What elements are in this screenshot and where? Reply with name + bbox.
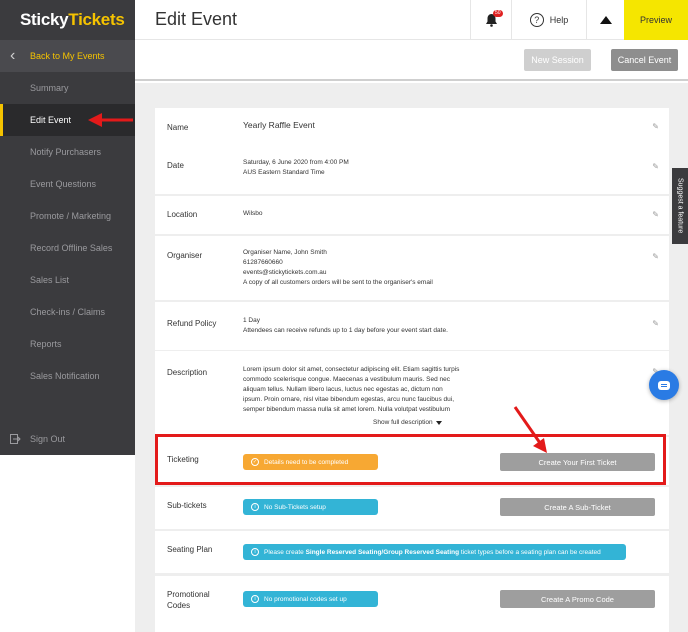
question-circle-icon: ? <box>529 13 544 27</box>
date-row: Date Saturday, 6 June 2020 from 4:00 PM … <box>155 146 669 194</box>
page-title: Edit Event <box>155 9 238 29</box>
back-to-my-events-link[interactable]: ‹ Back to My Events <box>0 40 135 72</box>
sidebar-item-record-offline-sales[interactable]: Record Offline Sales <box>0 232 135 264</box>
suggest-feature-tab[interactable]: Suggest a feature <box>672 168 688 244</box>
promo-label-line-1: Promotional <box>167 590 210 599</box>
seating-plan-row: Seating Plan i Please create Single Rese… <box>155 531 669 573</box>
seating-status-bold: Single Reserved Seating/Group Reserved S… <box>305 548 460 556</box>
description-line-4: ipsum. Proin ornare, nisl vitae bibendum… <box>243 396 455 403</box>
refund-policy-row: Refund Policy 1 Day Attendees can receiv… <box>155 302 669 350</box>
refund-line-2: Attendees can receive refunds up to 1 da… <box>243 327 448 334</box>
seating-plan-status-text: Please create Single Reserved Seating/Gr… <box>264 549 601 556</box>
description-line-1: Lorem ipsum dolor sit amet, consectetur … <box>243 366 460 373</box>
promo-codes-status-text: No promotional codes set up <box>264 595 347 603</box>
edit-date-pencil-icon[interactable]: ✎ <box>652 162 659 171</box>
sign-out-icon <box>10 434 30 444</box>
sticky-tickets-logo[interactable]: Sticky Tickets <box>0 0 135 40</box>
create-promo-code-button[interactable]: Create A Promo Code <box>500 590 655 608</box>
organiser-row: Organiser Organiser Name, John Smith 612… <box>155 236 669 300</box>
info-circle-icon: i <box>251 548 259 556</box>
location-row: Location Wilsbo ✎ <box>155 196 669 234</box>
sidebar-item-notify-purchasers[interactable]: Notify Purchasers <box>0 136 135 168</box>
sidebar-item-summary[interactable]: Summary <box>0 72 135 104</box>
seating-plan-label: Seating Plan <box>167 545 213 554</box>
chat-widget-button[interactable] <box>649 370 679 400</box>
seating-plan-status-badge: i Please create Single Reserved Seating/… <box>243 544 626 560</box>
sub-tickets-label: Sub-tickets <box>167 501 207 510</box>
location-value: Wilsbo <box>243 210 263 217</box>
refund-policy-label: Refund Policy <box>167 319 217 328</box>
organiser-line-4: A copy of all customers orders will be s… <box>243 279 433 286</box>
sidebar: Sticky Tickets ‹ Back to My Events Summar… <box>0 0 135 455</box>
show-full-description-toggle[interactable]: Show full description <box>373 419 442 426</box>
sidebar-item-sales-list[interactable]: Sales List <box>0 264 135 296</box>
cancel-event-button[interactable]: Cancel Event <box>611 49 678 71</box>
edit-location-pencil-icon[interactable]: ✎ <box>652 210 659 219</box>
sub-tickets-status-text: No Sub-Tickets setup <box>264 503 326 511</box>
new-session-button[interactable]: New Session <box>524 49 591 71</box>
description-line-5: semper bibendum massa nulla sit amet lor… <box>243 406 451 413</box>
organiser-line-3: events@stickytickets.com.au <box>243 269 327 276</box>
notification-count-badge: 50 <box>493 10 503 17</box>
sidebar-item-check-ins-claims[interactable]: Check-ins / Claims <box>0 296 135 328</box>
preview-button[interactable]: Preview <box>624 0 688 40</box>
collapse-toggle-button[interactable] <box>586 0 624 40</box>
caret-up-icon <box>599 16 612 24</box>
description-row: Description Lorem ipsum dolor sit amet, … <box>155 351 669 435</box>
chat-bubble-icon <box>658 380 670 390</box>
sub-tickets-status-badge: i No Sub-Tickets setup <box>243 499 378 515</box>
location-label: Location <box>167 210 198 219</box>
help-label: Help <box>549 15 569 25</box>
create-sub-ticket-button[interactable]: Create A Sub-Ticket <box>500 498 655 516</box>
action-bar: New Session Cancel Event <box>135 41 688 81</box>
chevron-left-icon: ‹ <box>10 47 16 64</box>
sub-tickets-row: Sub-tickets i No Sub-Tickets setup Creat… <box>155 487 669 529</box>
help-button[interactable]: ? Help <box>511 0 586 40</box>
logo-text-sticky: Sticky <box>20 10 69 29</box>
top-header: Edit Event 50 ? Help Preview <box>135 0 688 40</box>
sidebar-nav: Summary Edit Event Notify Purchasers Eve… <box>0 72 135 392</box>
description-line-3: aliquam tellus. Nullam libero lacus, luc… <box>243 386 443 393</box>
logo-text-tickets: Tickets <box>68 10 125 29</box>
edit-organiser-pencil-icon[interactable]: ✎ <box>652 252 659 261</box>
description-line-2: commodo scelerisque congue. Maecenas a v… <box>243 376 451 383</box>
ticketing-highlight-box <box>155 434 666 485</box>
event-form: Name Yearly Raffle Event ✎ Date Saturday… <box>135 83 688 632</box>
name-value: Yearly Raffle Event <box>243 120 315 130</box>
promo-codes-status-badge: i No promotional codes set up <box>243 591 378 607</box>
sidebar-item-promote-marketing[interactable]: Promote / Marketing <box>0 200 135 232</box>
sidebar-item-edit-event[interactable]: Edit Event <box>0 104 135 136</box>
show-full-description-label: Show full description <box>373 419 433 426</box>
info-circle-icon: i <box>251 503 259 511</box>
edit-refund-pencil-icon[interactable]: ✎ <box>652 319 659 328</box>
notifications-button[interactable]: 50 <box>470 0 511 40</box>
promo-label-line-2: Codes <box>167 601 191 610</box>
promotional-codes-row: Promotional Codes i No promotional codes… <box>155 576 669 632</box>
info-circle-icon: i <box>251 595 259 603</box>
sidebar-item-sales-notification[interactable]: Sales Notification <box>0 360 135 392</box>
name-label: Name <box>167 123 189 132</box>
date-label: Date <box>167 161 184 170</box>
refund-line-1: 1 Day <box>243 317 260 324</box>
seating-status-pre: Please create <box>264 548 306 556</box>
date-line-1: Saturday, 6 June 2020 from 4:00 PM <box>243 159 349 166</box>
seating-status-post: ticket types before a seating plan can b… <box>459 548 601 556</box>
sign-out-link[interactable]: Sign Out <box>0 428 65 450</box>
date-line-2: AUS Eastern Standard Time <box>243 169 325 176</box>
sign-out-label: Sign Out <box>30 434 66 444</box>
sidebar-item-reports[interactable]: Reports <box>0 328 135 360</box>
organiser-label: Organiser <box>167 251 203 260</box>
back-label: Back to My Events <box>30 51 105 61</box>
caret-down-icon <box>435 420 442 425</box>
organiser-line-2: 61287660660 <box>243 259 283 266</box>
description-label: Description <box>167 368 208 377</box>
edit-name-pencil-icon[interactable]: ✎ <box>652 122 659 131</box>
organiser-line-1: Organiser Name, John Smith <box>243 249 327 256</box>
sidebar-item-event-questions[interactable]: Event Questions <box>0 168 135 200</box>
